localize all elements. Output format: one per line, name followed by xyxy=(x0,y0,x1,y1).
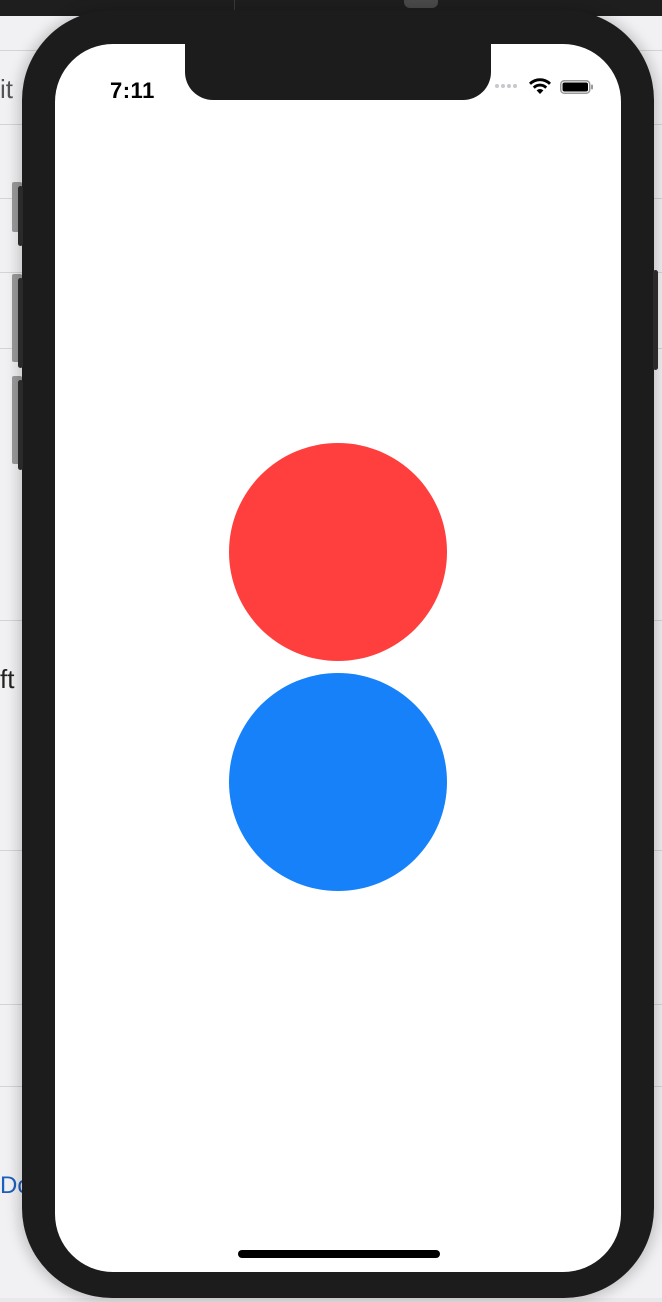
background-text: ft xyxy=(0,664,15,694)
status-time: 7:11 xyxy=(110,78,155,103)
device-screen: 7:11 xyxy=(55,44,621,1272)
home-indicator[interactable] xyxy=(238,1250,440,1258)
iphone-simulator: 7:11 xyxy=(18,10,658,1298)
volume-up-button xyxy=(18,278,23,368)
wifi-icon xyxy=(529,78,551,94)
battery-icon xyxy=(560,80,593,94)
notch xyxy=(185,44,491,100)
background-text: it xyxy=(0,74,13,104)
power-button xyxy=(653,270,658,370)
cellular-dots-icon xyxy=(495,84,521,90)
blue-circle xyxy=(229,673,447,891)
volume-down-button xyxy=(18,380,23,470)
red-circle xyxy=(229,443,447,661)
toolbar-control xyxy=(404,0,438,8)
mute-switch xyxy=(18,186,23,246)
